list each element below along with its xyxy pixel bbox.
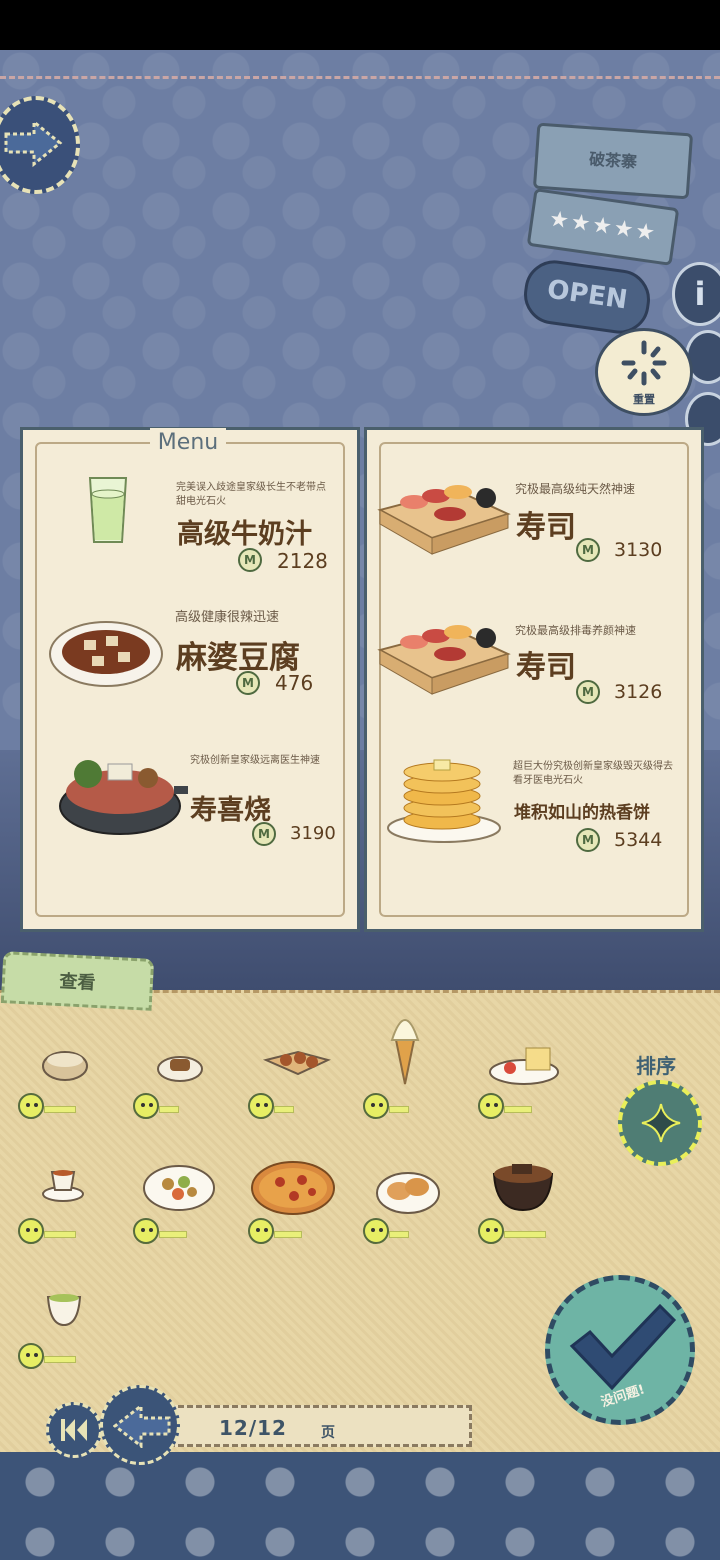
food-status-chip (248, 1093, 310, 1119)
sort-button[interactable] (618, 1080, 702, 1166)
food-status-bar (389, 1231, 409, 1238)
cake-plate-icon[interactable] (488, 1036, 562, 1096)
arrow-right-icon (4, 118, 63, 168)
smiley-icon (248, 1093, 274, 1119)
coin-icon: M (252, 822, 276, 846)
shop-name-sign: 破茶寨 (532, 122, 694, 200)
sushi-board-icon (377, 625, 511, 695)
food-status-bar (159, 1231, 187, 1238)
loading-spinner-icon (621, 340, 667, 386)
food-status-chip (133, 1093, 195, 1119)
food-status-bar (504, 1231, 546, 1238)
food-status-chip (363, 1218, 425, 1244)
reset-button[interactable]: 重置 (595, 328, 693, 416)
menu-item-name: 寿司 (516, 510, 576, 545)
coin-icon: M (236, 671, 260, 695)
coin-icon: M (576, 538, 600, 562)
food-status-bar (159, 1106, 179, 1113)
food-status-bar (504, 1106, 532, 1113)
soup-icon[interactable] (35, 1030, 95, 1090)
view-tab[interactable]: 查看 (0, 951, 155, 1011)
smiley-icon (18, 1218, 44, 1244)
shop-name: 破茶寨 (588, 149, 638, 172)
sort-label: 排序 (636, 1054, 676, 1078)
smiley-icon (248, 1218, 274, 1244)
sukiyaki-pot-icon (59, 760, 188, 835)
menu-item-desc: 完美误入歧途皇家级长生不老带点甜电光石火 (176, 482, 326, 507)
croissant-plate-icon[interactable] (375, 1163, 441, 1223)
page-count: 12/12 (219, 1416, 287, 1440)
menu-item-desc: 究极最高级纯天然神速 (515, 482, 636, 496)
mapo-tofu-plate-icon (49, 621, 163, 687)
food-status-chip (18, 1093, 80, 1119)
food-status-bar (274, 1106, 294, 1113)
milk-glass-icon (88, 477, 128, 543)
smiley-icon (133, 1093, 159, 1119)
food-status-chip (18, 1218, 80, 1244)
menu-item-price: 3190 (290, 823, 336, 844)
reset-label: 重置 (633, 393, 655, 406)
smiley-icon (478, 1218, 504, 1244)
menu-item-name: 高级牛奶汁 (177, 519, 312, 550)
open-status: OPEN (545, 274, 630, 316)
food-status-bar (44, 1231, 76, 1238)
food-status-chip (248, 1218, 310, 1244)
arrow-left-icon (113, 1404, 171, 1448)
menu-item-desc: 超巨大份究极创新皇家级毁灭级得去看牙医电光石火 (513, 761, 673, 786)
food-status-bar (389, 1106, 409, 1113)
previous-page-button[interactable] (100, 1385, 180, 1465)
food-status-chip (18, 1343, 80, 1369)
page-unit: 页 (321, 1425, 335, 1441)
menu-item-price: 3126 (614, 681, 663, 703)
food-status-chip (133, 1218, 195, 1244)
checkmark-icon (569, 1303, 677, 1391)
menu-item-desc: 高级健康很辣迅速 (175, 610, 280, 625)
smiley-icon (363, 1218, 389, 1244)
pizza-icon[interactable] (250, 1158, 336, 1218)
page-indicator: 12/12 页 (160, 1405, 472, 1447)
tea-cup-icon[interactable] (40, 1156, 86, 1216)
smiley-icon (18, 1093, 44, 1119)
sushi-board-icon (377, 485, 511, 555)
food-status-bar (274, 1231, 302, 1238)
coin-icon: M (238, 548, 262, 572)
takoyaki-icon[interactable] (262, 1030, 332, 1090)
coin-icon: M (576, 828, 600, 852)
soft-serve-icon[interactable] (380, 1000, 430, 1086)
menu-item-desc: 究极最高级排毒养颜神速 (515, 624, 636, 637)
skip-back-icon (61, 1419, 87, 1441)
footer-pattern (0, 1452, 720, 1560)
stew-bowl-icon[interactable] (490, 1154, 556, 1214)
green-tea-icon[interactable] (44, 1285, 84, 1329)
smiley-icon (18, 1343, 44, 1369)
menu-item-price: 476 (275, 671, 314, 695)
info-icon[interactable]: i (672, 262, 720, 326)
smiley-icon (478, 1093, 504, 1119)
view-tab-label: 查看 (58, 971, 96, 994)
status-bar (0, 0, 720, 50)
food-status-chip (363, 1093, 425, 1119)
pancake-stack-icon (387, 759, 501, 843)
food-status-chip (478, 1093, 540, 1119)
food-status-chip (478, 1218, 546, 1244)
smiley-icon (133, 1218, 159, 1244)
menu-item-price: 2128 (277, 549, 328, 573)
coin-icon: M (576, 680, 600, 704)
food-status-bar (44, 1356, 76, 1363)
sparkle-icon (641, 1103, 681, 1143)
menu-item-desc: 究极创新皇家级远离医生神速 (190, 755, 320, 766)
menu-item-name: 寿喜烧 (190, 795, 271, 826)
salad-plate-icon[interactable] (142, 1158, 216, 1218)
menu-item-price: 3130 (614, 539, 663, 561)
menu-item-price: 5344 (614, 829, 663, 851)
pastry-plate-icon[interactable] (150, 1035, 210, 1095)
menu-item-name: 堆积如山的热香饼 (514, 803, 650, 823)
food-status-bar (44, 1106, 76, 1113)
first-page-button[interactable] (46, 1402, 102, 1458)
menu-title: Menu (150, 428, 226, 458)
menu-item-name: 寿司 (516, 650, 576, 685)
smiley-icon (363, 1093, 389, 1119)
stitch-border (0, 76, 720, 79)
